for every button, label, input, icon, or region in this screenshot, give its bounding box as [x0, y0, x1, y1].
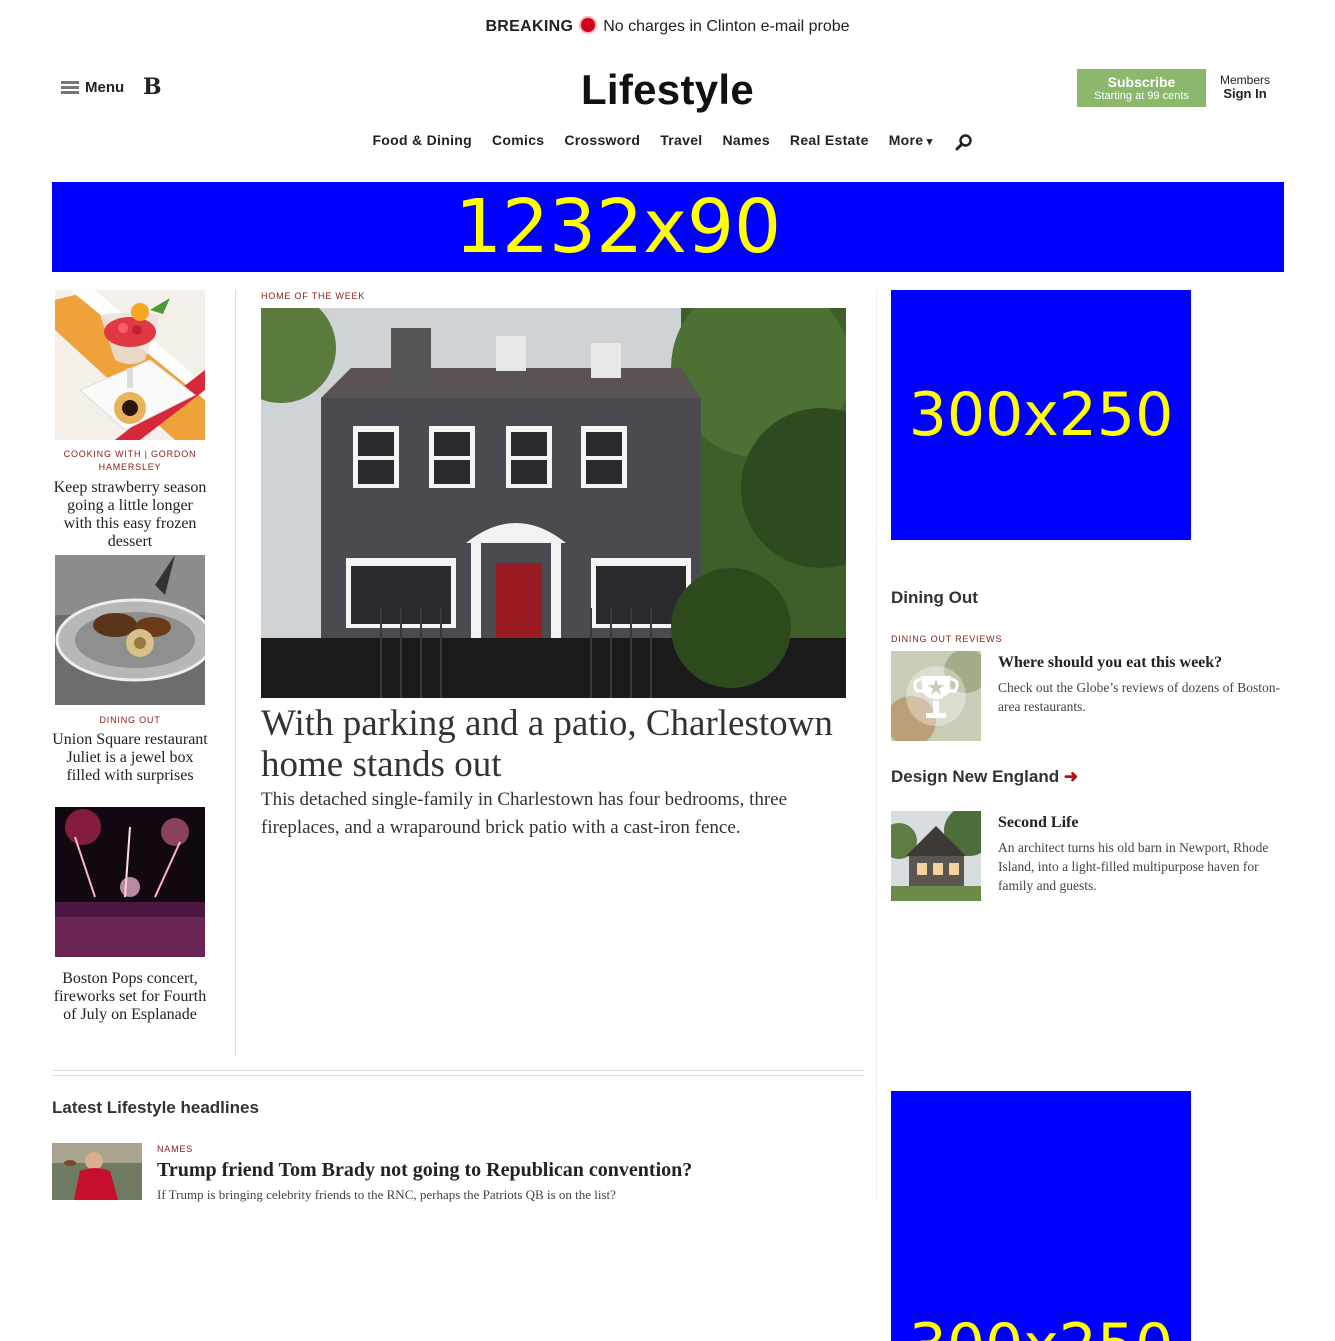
main-story-image[interactable] [261, 308, 846, 698]
dining-out-kicker[interactable]: DINING OUT REVIEWS [891, 634, 1002, 644]
section-divider [52, 1070, 864, 1071]
nav-item-food-dining[interactable]: Food & Dining [372, 132, 472, 148]
nav-item-more[interactable]: More [889, 132, 933, 148]
ad-size-label: 1232x90 [454, 184, 782, 270]
section-nav: Food & Dining Comics Crossword Travel Na… [0, 131, 1335, 151]
ad-box-right-1[interactable]: 300x250 [891, 290, 1191, 540]
ad-banner-top[interactable]: 1232x90 [52, 182, 1284, 272]
main-story-headline[interactable]: With parking and a patio, Charlestown ho… [261, 703, 861, 785]
latest-story-image[interactable] [52, 1143, 142, 1200]
latest-story-kicker[interactable]: NAMES [157, 1144, 193, 1154]
design-new-england-title[interactable]: Design New England ➜ [891, 767, 1078, 787]
latest-story-summary: If Trump is bringing celebrity friends t… [157, 1187, 616, 1202]
story-image-juliet-dish[interactable] [55, 555, 205, 705]
sign-in-link[interactable]: Members Sign In [1212, 73, 1278, 101]
breaking-label: BREAKING [485, 18, 574, 35]
story-image-pops-fireworks[interactable] [55, 807, 205, 957]
story-kicker[interactable]: DINING OUT [55, 714, 205, 727]
dining-out-headline[interactable]: Where should you eat this week? [998, 654, 1222, 672]
ad-size-label: 300x250 [908, 380, 1174, 450]
second-life-thumbnail[interactable] [891, 811, 981, 901]
ad-size-label: 300x250 [909, 1311, 1174, 1341]
dining-out-summary: Check out the Globe’s reviews of dozens … [998, 680, 1280, 714]
story-headline[interactable]: Boston Pops concert, fireworks set for F… [52, 970, 208, 1024]
story-kicker[interactable]: COOKING WITH | GORDON HAMERSLEY [55, 448, 205, 474]
nav-item-names[interactable]: Names [722, 132, 769, 148]
nav-item-comics[interactable]: Comics [492, 132, 544, 148]
ad-box-right-2[interactable]: 300x250 [891, 1091, 1191, 1341]
breaking-headline[interactable]: No charges in Clinton e-mail probe [603, 18, 849, 35]
breaking-dot-icon [581, 18, 596, 32]
story-headline[interactable]: Keep strawberry season going a little lo… [52, 479, 208, 551]
second-life-headline[interactable]: Second Life [998, 814, 1078, 832]
members-label: Members [1219, 73, 1270, 87]
main-story-summary: This detached single-family in Charlesto… [261, 789, 788, 838]
subscribe-sublabel: Starting at 99 cents [1094, 90, 1189, 102]
nav-item-real-estate[interactable]: Real Estate [790, 132, 869, 148]
subscribe-label: Subscribe [1107, 74, 1176, 90]
nav-item-crossword[interactable]: Crossword [564, 132, 640, 148]
nav-item-travel[interactable]: Travel [660, 132, 702, 148]
design-new-england-label: Design New England [891, 767, 1060, 786]
sign-in-label: Sign In [1223, 86, 1267, 101]
story-headline[interactable]: Union Square restaurant Juliet is a jewe… [52, 731, 208, 785]
search-icon[interactable] [955, 133, 973, 151]
section-divider [52, 1075, 864, 1076]
latest-story-headline[interactable]: Trump friend Tom Brady not going to Repu… [157, 1159, 692, 1182]
main-story-kicker[interactable]: HOME OF THE WEEK [261, 291, 365, 301]
dining-out-title[interactable]: Dining Out [891, 588, 978, 608]
subscribe-button[interactable]: Subscribe Starting at 99 cents [1077, 69, 1206, 107]
column-divider [876, 290, 877, 1200]
story-image-strawberry-dessert[interactable] [55, 290, 205, 440]
breaking-news-bar[interactable]: BREAKING No charges in Clinton e-mail pro… [0, 18, 1335, 36]
latest-headlines-title: Latest Lifestyle headlines [52, 1098, 259, 1117]
second-life-summary: An architect turns his old barn in Newpo… [998, 840, 1269, 893]
column-divider [235, 290, 236, 1055]
dining-reviews-thumbnail[interactable] [891, 651, 981, 741]
arrow-right-icon: ➜ [1063, 767, 1079, 786]
